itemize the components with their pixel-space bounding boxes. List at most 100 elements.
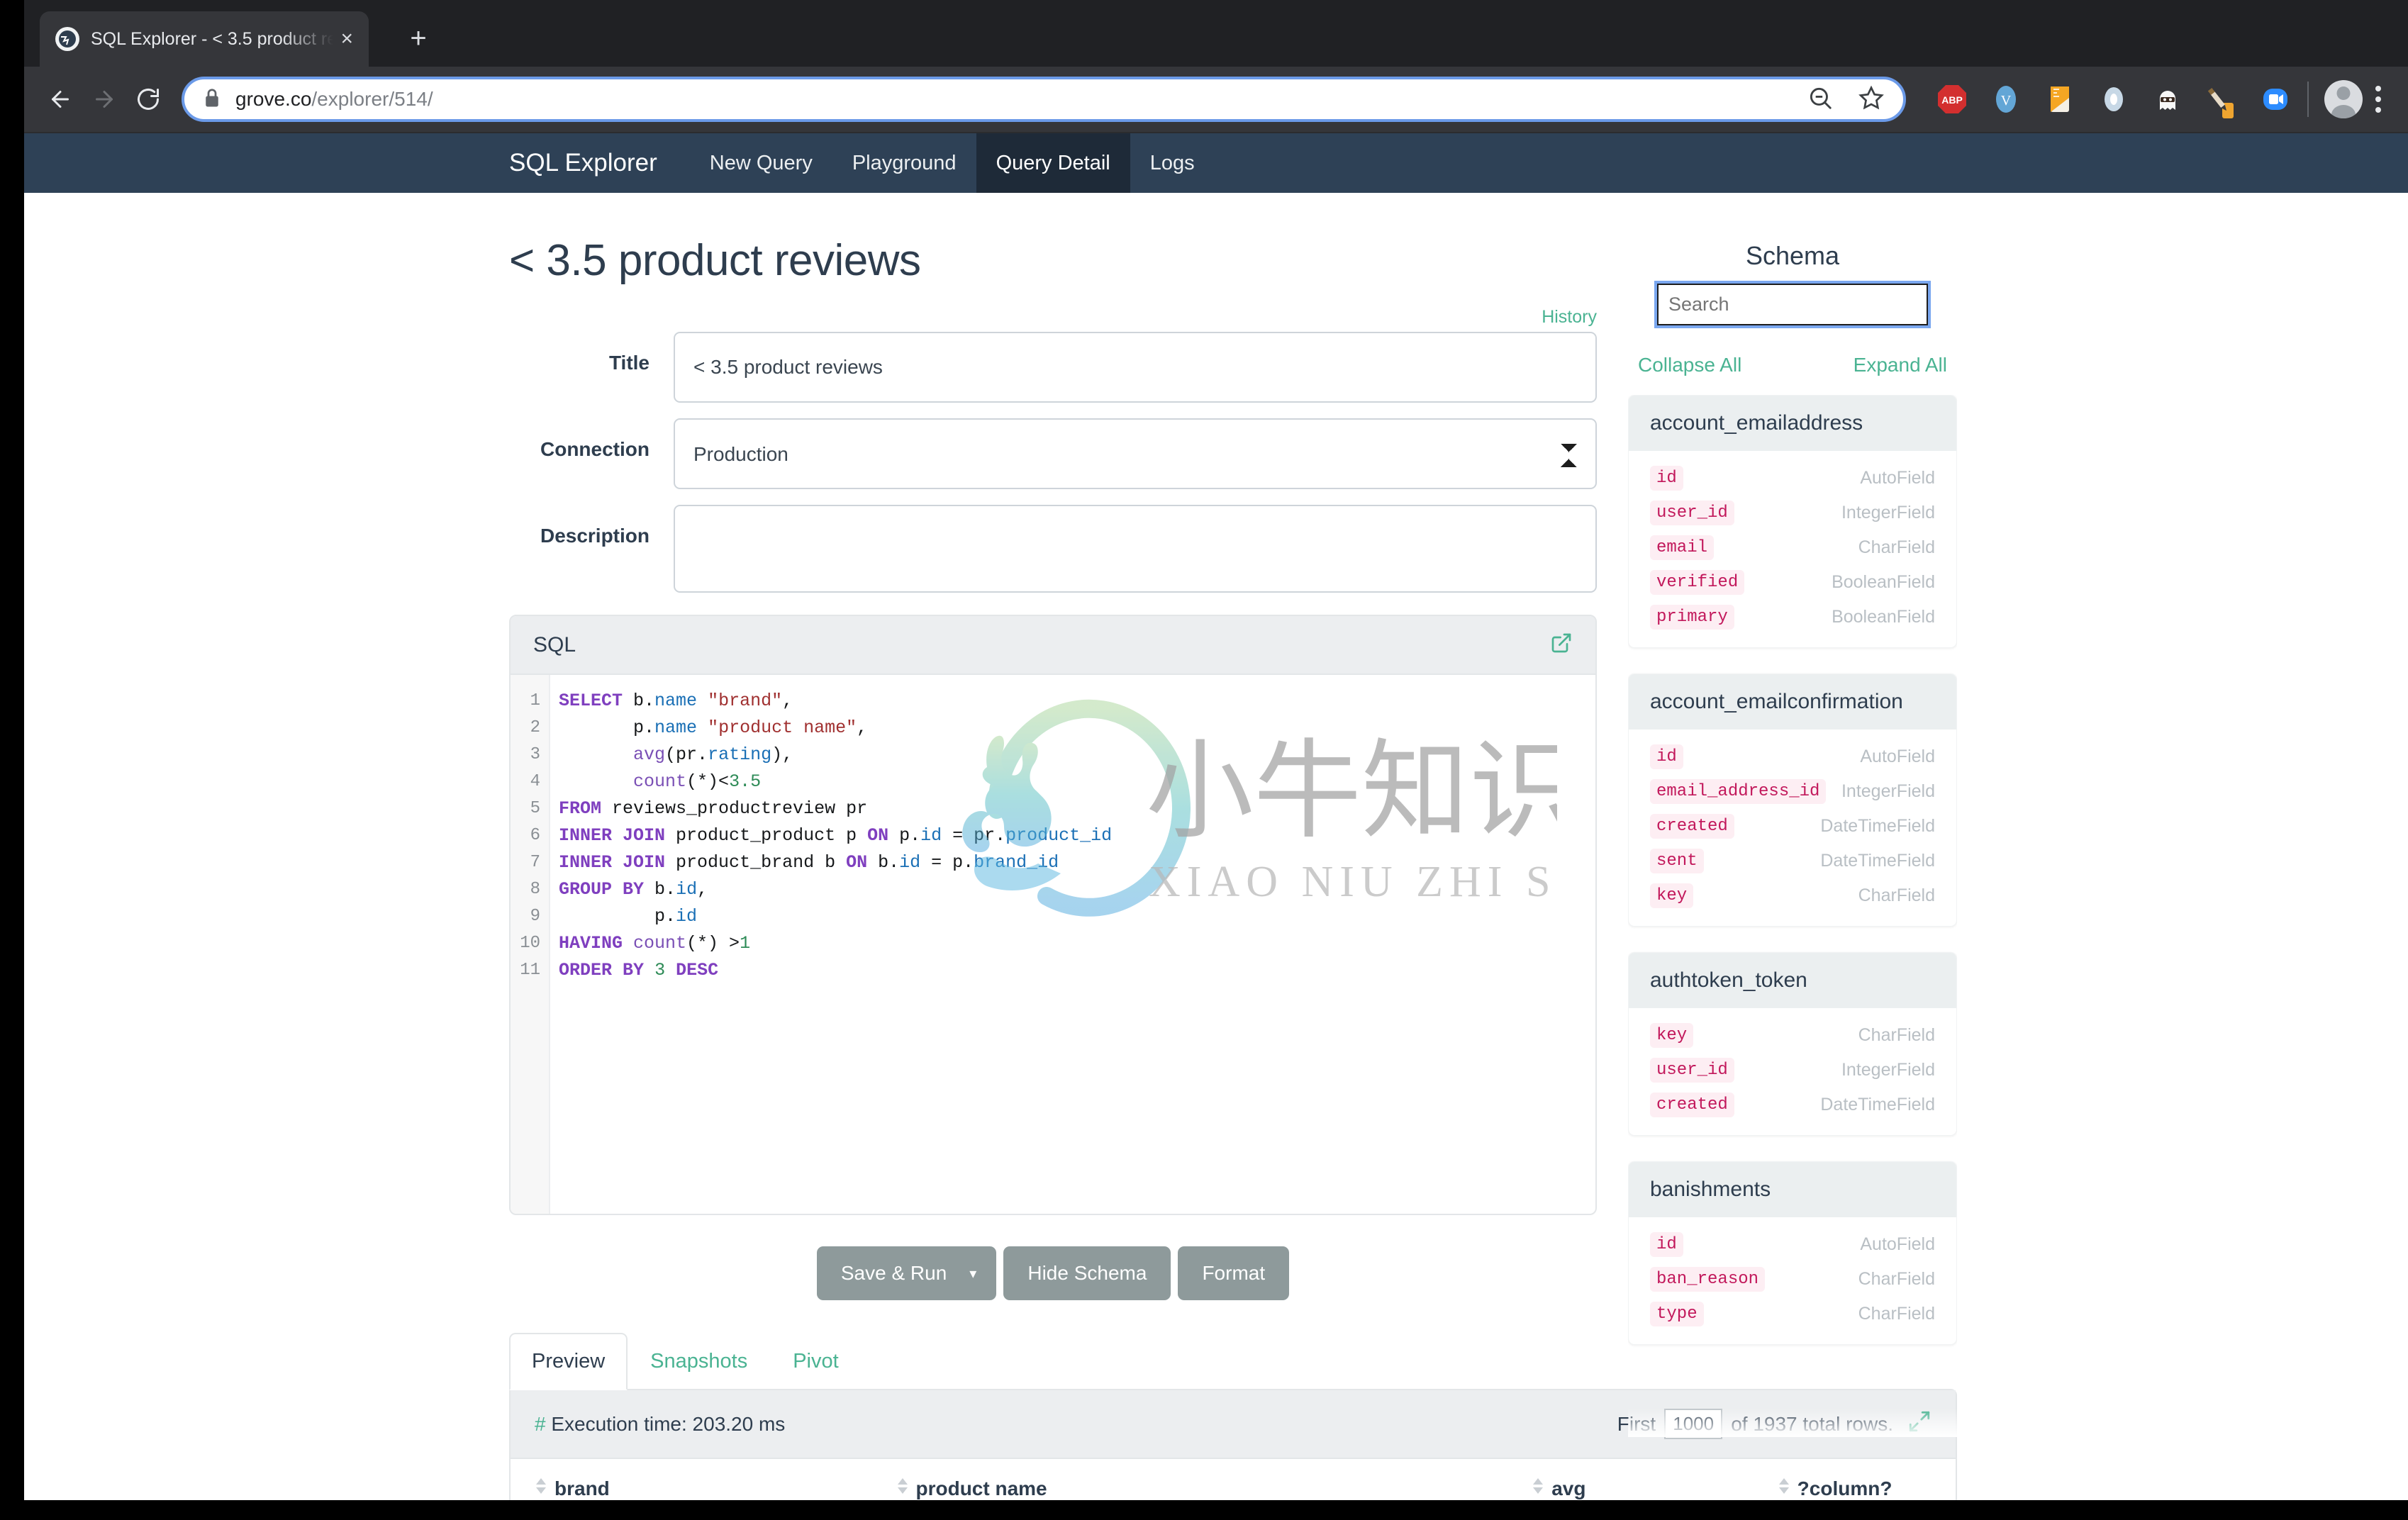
schema-field-type: DateTimeField xyxy=(1820,816,1935,836)
line-number: 2 xyxy=(530,718,540,737)
line-number: 3 xyxy=(530,745,540,764)
schema-field-row: id AutoField xyxy=(1629,461,1956,496)
schema-field-name: id xyxy=(1650,1232,1683,1257)
schema-field-row: key CharField xyxy=(1629,878,1956,913)
ghostery-icon[interactable] xyxy=(2151,83,2184,116)
address-bar[interactable]: grove.co/explorer/514/ xyxy=(182,77,1906,122)
sort-caret-icon[interactable] xyxy=(1533,1478,1544,1494)
nav-item-new-query[interactable]: New Query xyxy=(690,133,832,193)
schema-table-name[interactable]: account_emailconfirmation xyxy=(1629,674,1956,730)
abp-icon[interactable]: ABP xyxy=(1936,83,1968,116)
url-text: grove.co/explorer/514/ xyxy=(235,88,433,111)
connection-select[interactable]: Production xyxy=(674,418,1597,489)
collapse-all-link[interactable]: Collapse All xyxy=(1638,354,1741,376)
oval-icon[interactable] xyxy=(2097,83,2130,116)
video-icon[interactable] xyxy=(2259,83,2292,116)
schema-field-type: CharField xyxy=(1858,885,1935,905)
format-button[interactable]: Format xyxy=(1178,1246,1290,1300)
save-run-dropdown-caret-icon[interactable]: ▾ xyxy=(962,1246,997,1300)
schema-field-name: email_address_id xyxy=(1650,779,1827,804)
line-number: 7 xyxy=(530,853,540,872)
schema-field-row: primary BooleanField xyxy=(1629,600,1956,635)
sort-caret-icon[interactable] xyxy=(897,1478,908,1494)
schema-field-row: id AutoField xyxy=(1629,1227,1956,1262)
sql-code-area[interactable]: SELECT b.name "brand", p.name "product n… xyxy=(550,675,1595,1214)
title-input[interactable] xyxy=(674,332,1597,403)
star-icon[interactable] xyxy=(1858,84,1885,115)
schema-field-row: email CharField xyxy=(1629,530,1956,565)
tab-pivot[interactable]: Pivot xyxy=(770,1333,861,1390)
schema-search-input[interactable] xyxy=(1654,281,1931,328)
schema-table-name[interactable]: account_emailaddress xyxy=(1629,396,1956,451)
zoom-out-icon[interactable] xyxy=(1807,84,1834,115)
avatar[interactable] xyxy=(2324,80,2363,118)
favicon-icon xyxy=(55,27,79,51)
ruler-icon[interactable] xyxy=(2044,83,2076,116)
nav-item-query-detail[interactable]: Query Detail xyxy=(976,133,1130,193)
tab-title: SQL Explorer - < 3.5 product re xyxy=(91,28,334,49)
column-header-avg[interactable]: avg xyxy=(1507,1459,1753,1500)
schema-table-list[interactable]: account_emailaddress id AutoField user_id In… xyxy=(1628,395,1957,1437)
schema-table-card[interactable]: account_emailconfirmation id AutoField emai… xyxy=(1628,674,1957,927)
schema-field-type: IntegerField xyxy=(1841,781,1935,801)
column-header-unnamed[interactable]: ?column? xyxy=(1754,1459,1956,1500)
external-link-icon[interactable] xyxy=(1550,632,1573,658)
schema-field-type: AutoField xyxy=(1860,1234,1935,1254)
browser-tab[interactable]: SQL Explorer - < 3.5 product re × xyxy=(40,11,369,67)
back-arrow-icon[interactable] xyxy=(38,77,82,121)
schema-field-name: verified xyxy=(1650,570,1745,595)
history-link[interactable]: History xyxy=(1542,307,1597,327)
schema-field-type: BooleanField xyxy=(1832,572,1935,592)
kebab-menu-icon[interactable] xyxy=(2363,80,2394,118)
app-navbar: SQL Explorer New Query Playground Query … xyxy=(24,133,2408,193)
app-brand[interactable]: SQL Explorer xyxy=(509,133,690,193)
vimium-icon[interactable]: V xyxy=(1990,83,2022,116)
save-and-run-button[interactable]: Save & Run xyxy=(816,1246,963,1300)
schema-field-list: id AutoField email_address_id IntegerField c… xyxy=(1629,730,1956,926)
column-label: ?column? xyxy=(1797,1477,1893,1499)
sql-code: SELECT b.name "brand", p.name "product n… xyxy=(559,691,1113,980)
schema-field-name: key xyxy=(1650,1023,1694,1048)
execution-time: # Execution time: 203.20 ms xyxy=(535,1413,785,1436)
sql-editor[interactable]: 1 2 3 4 5 6 7 8 9 10 11 SELECT b.name "b… xyxy=(511,675,1595,1214)
url-path: /explorer/514/ xyxy=(311,88,433,110)
hide-schema-button[interactable]: Hide Schema xyxy=(1003,1246,1171,1300)
schema-field-row: ban_reason CharField xyxy=(1629,1262,1956,1297)
schema-table-card[interactable]: account_emailaddress id AutoField user_id In… xyxy=(1628,395,1957,648)
schema-table-card[interactable]: authtoken_token key CharField user_id Intege… xyxy=(1628,952,1957,1136)
description-textarea[interactable] xyxy=(674,505,1597,593)
schema-field-name: primary xyxy=(1650,605,1734,630)
schema-field-list: id AutoField user_id IntegerField email CharF… xyxy=(1629,451,1956,647)
reload-icon[interactable] xyxy=(126,77,170,121)
tab-close-icon[interactable]: × xyxy=(340,28,353,50)
schema-field-type: CharField xyxy=(1858,1304,1935,1324)
schema-table-card[interactable]: banishments id AutoField ban_reason CharFiel… xyxy=(1628,1161,1957,1345)
sort-caret-icon[interactable] xyxy=(1778,1478,1789,1494)
tab-snapshots[interactable]: Snapshots xyxy=(628,1333,770,1390)
schema-field-name: ban_reason xyxy=(1650,1267,1766,1292)
sql-panel: SQL 1 2 3 4 5 6 7 8 9 10 11 SELECT b.nam… xyxy=(509,615,1597,1215)
schema-field-name: id xyxy=(1650,744,1683,769)
schema-field-name: email xyxy=(1650,535,1715,560)
nav-item-logs[interactable]: Logs xyxy=(1130,133,1215,193)
pen-icon[interactable] xyxy=(2205,83,2238,118)
svg-text:V: V xyxy=(2001,93,2012,108)
line-number: 9 xyxy=(530,907,540,926)
column-header-brand[interactable]: brand xyxy=(511,1459,872,1500)
new-tab-button[interactable]: + xyxy=(400,21,437,58)
line-number: 4 xyxy=(530,772,540,791)
browser-window: SQL Explorer - < 3.5 product re × + grov… xyxy=(24,0,2408,1500)
schema-table-name[interactable]: authtoken_token xyxy=(1629,953,1956,1008)
lock-icon xyxy=(203,87,221,112)
schema-field-name: user_id xyxy=(1650,1058,1734,1083)
column-header-product-name[interactable]: product name xyxy=(872,1459,1508,1500)
schema-field-row: user_id IntegerField xyxy=(1629,1053,1956,1088)
expand-all-link[interactable]: Expand All xyxy=(1854,354,1947,376)
schema-table-name[interactable]: banishments xyxy=(1629,1162,1956,1217)
save-run-group: Save & Run ▾ xyxy=(816,1246,997,1300)
schema-field-row: sent DateTimeField xyxy=(1629,844,1956,878)
results-table-head: brand product name avg ?column? xyxy=(511,1459,1956,1500)
nav-item-playground[interactable]: Playground xyxy=(832,133,976,193)
tab-preview[interactable]: Preview xyxy=(509,1333,628,1390)
sort-caret-icon[interactable] xyxy=(536,1478,546,1494)
